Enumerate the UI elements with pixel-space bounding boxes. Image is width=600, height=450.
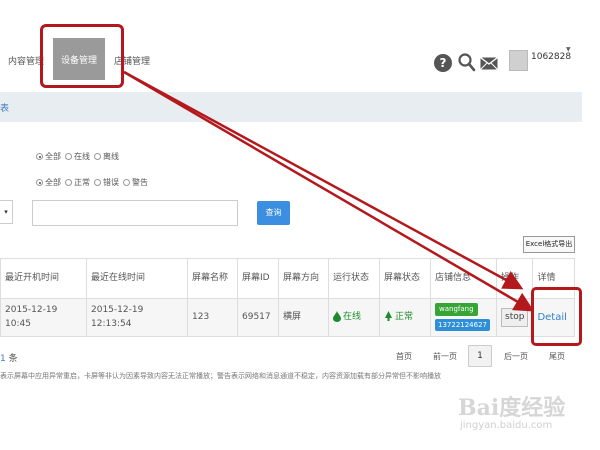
footnote: 表示屏幕中应用异常重启，卡屏等非认为因素导致内容无法正常播放；警告表示网络和消息… (0, 372, 441, 380)
col-header-orientation: 屏幕方向 (278, 258, 329, 299)
prev-page-button[interactable]: 前一页 (433, 351, 457, 362)
nav-content-management[interactable]: 内容管理 (8, 54, 44, 67)
bell-icon (385, 311, 392, 322)
current-page[interactable]: 1 (468, 345, 492, 367)
screen-status-text: 正常 (395, 311, 414, 322)
shop-name-badge: wangfang (435, 303, 478, 316)
excel-export-button[interactable]: Excel格式导出 (523, 236, 575, 253)
breadcrumb[interactable]: 表 (0, 101, 9, 114)
table-header-row: 最近开机时间 最近在线时间 屏幕名称 屏幕ID 屏幕方向 运行状态 屏幕状态 店… (0, 258, 576, 299)
run-status-filter: 全部 在线 离线 (32, 151, 119, 162)
breadcrumb-bar: 表 (0, 92, 582, 122)
col-header-screen-status: 屏幕状态 (379, 258, 431, 299)
watermark-logo: Bai度经验 (458, 395, 566, 421)
avatar[interactable] (509, 50, 528, 71)
cell-screen-status: 正常 (379, 298, 431, 337)
search-input[interactable] (32, 200, 238, 226)
col-header-shop-info: 店铺信息 (430, 258, 497, 299)
chevron-down-icon[interactable]: ▼ (566, 46, 571, 53)
radio-status-all[interactable] (36, 153, 43, 160)
cell-orientation: 横屏 (278, 298, 329, 337)
first-page-button[interactable]: 首页 (396, 351, 412, 362)
total-count: 1 条 (0, 351, 18, 364)
cell-screen-id: 69517 (237, 298, 279, 337)
highlight-box-nav (40, 24, 124, 88)
total-suffix: 条 (8, 354, 18, 364)
radio-state-all[interactable] (36, 179, 43, 186)
radio-state-error[interactable] (94, 179, 101, 186)
radio-label: 全部 (45, 152, 61, 161)
radio-label: 在线 (74, 152, 90, 161)
highlight-box-detail (531, 287, 582, 346)
col-header-screen-name: 屏幕名称 (187, 258, 238, 299)
col-header-run-status: 运行状态 (328, 258, 380, 299)
radio-state-warning[interactable] (123, 179, 130, 186)
radio-label: 警告 (132, 178, 148, 187)
col-header-online-time: 最近在线时间 (86, 258, 188, 299)
total-number: 1 (0, 354, 6, 364)
cell-boot-time: 2015-12-19 10:45 (0, 298, 87, 337)
shop-phone-badge: 13722124627 (435, 318, 490, 331)
cell-shop-info: wangfang 13722124627 (430, 298, 497, 337)
cell-action: stop (495, 298, 534, 337)
query-button[interactable]: 查询 (257, 201, 290, 225)
radio-status-offline[interactable] (94, 153, 101, 160)
next-page-button[interactable]: 后一页 (504, 351, 528, 362)
cell-screen-name: 123 (187, 298, 238, 337)
last-page-button[interactable]: 尾页 (549, 351, 565, 362)
radio-status-online[interactable] (65, 153, 72, 160)
top-navigation: 内容管理 设备管理 店铺管理 ? 1062828 ▼ (0, 0, 600, 92)
screen-state-filter: 全部 正常 错误 警告 (32, 177, 148, 188)
filter-select[interactable]: ▾ (0, 200, 13, 224)
cell-run-status: 在线 (328, 298, 380, 337)
watermark-url: jingyan.baidu.com (460, 420, 553, 431)
mail-icon[interactable] (480, 57, 498, 70)
col-header-action: 操作 (495, 258, 534, 299)
col-header-boot-time: 最近开机时间 (0, 258, 87, 299)
run-status-text: 在线 (343, 311, 362, 322)
table-row: 2015-12-19 10:45 2015-12-19 12:13:54 123… (0, 298, 576, 337)
stop-button[interactable]: stop (501, 307, 529, 328)
search-icon[interactable] (458, 53, 476, 73)
radio-label: 正常 (74, 178, 90, 187)
cell-online-time: 2015-12-19 12:13:54 (86, 298, 188, 337)
radio-state-normal[interactable] (65, 179, 72, 186)
username[interactable]: 1062828 (531, 52, 571, 62)
leaf-icon (333, 310, 341, 322)
radio-label: 错误 (103, 178, 119, 187)
help-icon[interactable]: ? (434, 54, 452, 72)
radio-label: 离线 (103, 152, 119, 161)
col-header-screen-id: 屏幕ID (237, 258, 279, 299)
device-table: 最近开机时间 最近在线时间 屏幕名称 屏幕ID 屏幕方向 运行状态 屏幕状态 店… (0, 258, 576, 337)
radio-label: 全部 (45, 178, 61, 187)
